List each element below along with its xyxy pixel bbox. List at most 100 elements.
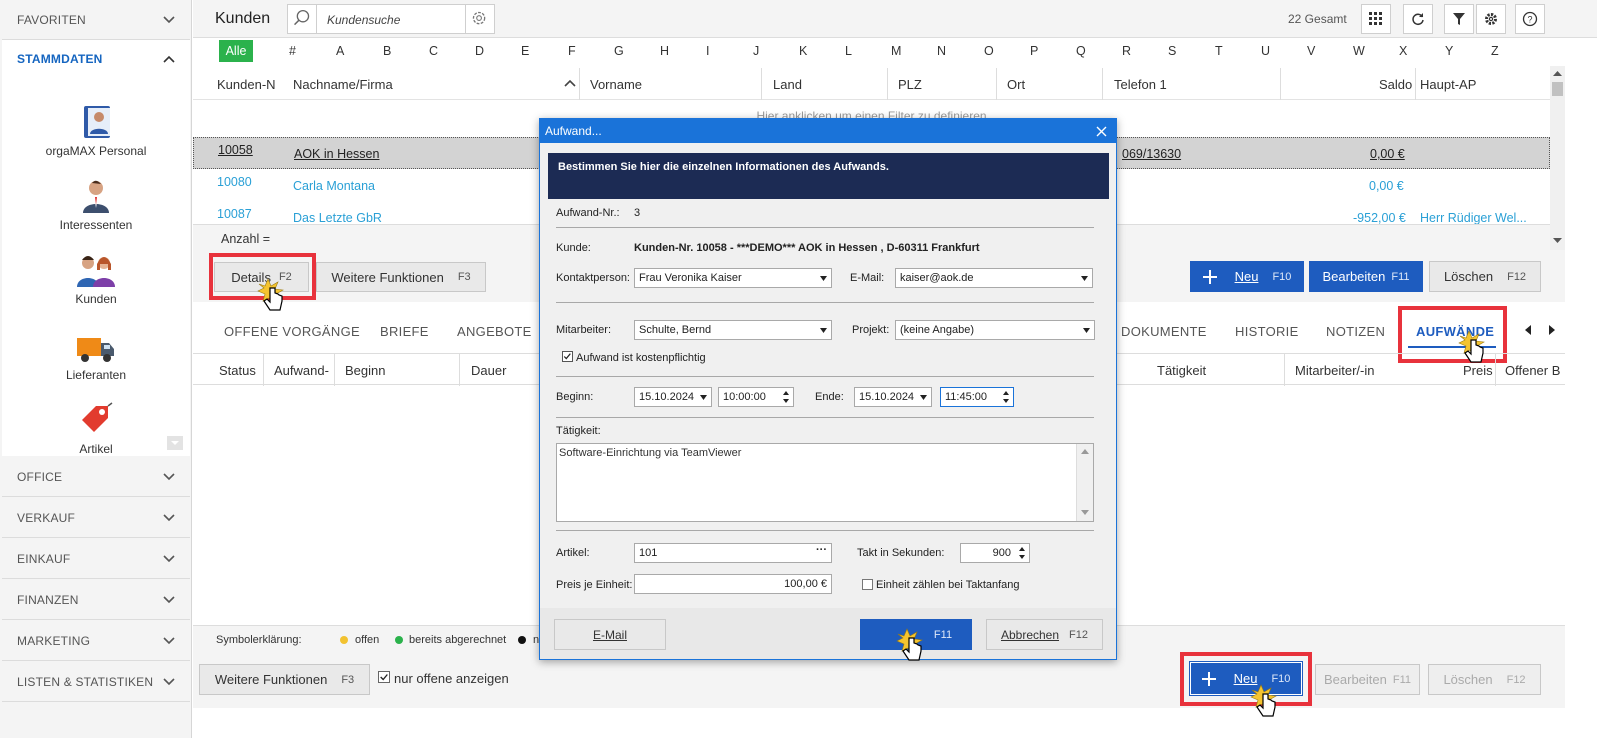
- alphabet-letter[interactable]: T: [1215, 44, 1223, 58]
- kontaktperson-select[interactable]: Frau Veronika Kaiser: [634, 268, 832, 288]
- sidebar-item-artikel[interactable]: Artikel: [2, 402, 190, 456]
- sidebar-section-verkauf[interactable]: VERKAUF: [2, 498, 190, 538]
- alphabet-letter[interactable]: M: [891, 44, 901, 58]
- neu-button[interactable]: Neu F10: [1190, 261, 1304, 292]
- sidebar-section-favoriten[interactable]: FAVORITEN: [2, 0, 190, 40]
- sidebar-item-interessenten[interactable]: Interessenten: [2, 178, 190, 232]
- search-input[interactable]: Kundensuche: [316, 4, 466, 34]
- col-plz[interactable]: PLZ: [898, 77, 922, 92]
- textarea-scrollbar[interactable]: [1076, 444, 1093, 521]
- kostenpflichtig-checkbox[interactable]: [562, 351, 573, 362]
- scroll-up-icon[interactable]: [1081, 449, 1089, 454]
- preis-field[interactable]: 100,00 €: [634, 574, 832, 594]
- refresh-button[interactable]: [1403, 4, 1433, 34]
- settings-button[interactable]: [1476, 4, 1506, 34]
- tab-dokumente[interactable]: DOKUMENTE: [1121, 324, 1207, 339]
- col-ort[interactable]: Ort: [1007, 77, 1025, 92]
- dialog-email-button[interactable]: E-Mail: [554, 619, 666, 650]
- bearbeiten-button[interactable]: Bearbeiten F11: [1309, 261, 1423, 292]
- col-nachname[interactable]: Nachname/Firma: [293, 77, 393, 92]
- artikel-field[interactable]: 101 ···: [634, 543, 832, 563]
- tab-prev-icon[interactable]: [1524, 325, 1532, 335]
- alphabet-letter[interactable]: H: [660, 44, 669, 58]
- grid-view-button[interactable]: [1361, 4, 1391, 34]
- mitarbeiter-select[interactable]: Schulte, Bernd: [634, 320, 832, 340]
- alphabet-letter[interactable]: D: [475, 44, 484, 58]
- alphabet-letter[interactable]: R: [1122, 44, 1131, 58]
- email-select[interactable]: kaiser@aok.de: [895, 268, 1093, 288]
- taetigkeit-textarea[interactable]: Software-Einrichtung via TeamViewer: [556, 443, 1094, 522]
- col-kunden-nr[interactable]: Kunden-N: [217, 77, 276, 92]
- col-land[interactable]: Land: [773, 77, 802, 92]
- tab-offene-vorgaenge[interactable]: OFFENE VORGÄNGE: [224, 324, 360, 339]
- alphabet-letter[interactable]: Y: [1445, 44, 1453, 58]
- scroll-down-icon[interactable]: [1553, 238, 1562, 244]
- loeschen-button[interactable]: Löschen F12: [1429, 261, 1541, 292]
- ende-time[interactable]: 11:45:00: [940, 387, 1014, 407]
- alphabet-letter[interactable]: U: [1261, 44, 1270, 58]
- weitere-funktionen-button[interactable]: Weitere Funktionen F3: [316, 262, 486, 292]
- alphabet-letter[interactable]: A: [336, 44, 344, 58]
- sidebar-section-stammdaten[interactable]: STAMMDATEN: [2, 40, 190, 78]
- bottom-loeschen-button[interactable]: Löschen F12: [1428, 664, 1541, 695]
- alphabet-letter[interactable]: J: [753, 44, 759, 58]
- help-button[interactable]: ?: [1515, 4, 1545, 34]
- alphabet-letter[interactable]: S: [1168, 44, 1176, 58]
- col-dauer[interactable]: Dauer: [471, 363, 506, 378]
- einheit-checkbox[interactable]: [862, 579, 873, 590]
- col-vorname[interactable]: Vorname: [590, 77, 642, 92]
- beginn-date[interactable]: 15.10.2024: [634, 387, 712, 407]
- col-taetigkeit[interactable]: Tätigkeit: [1157, 363, 1206, 378]
- grid-scrollbar[interactable]: [1550, 66, 1565, 250]
- projekt-select[interactable]: (keine Angabe): [895, 320, 1095, 340]
- col-haupt-ap[interactable]: Haupt-AP: [1420, 77, 1476, 92]
- alphabet-letter[interactable]: Z: [1491, 44, 1499, 58]
- alphabet-letter[interactable]: V: [1307, 44, 1315, 58]
- scroll-down-icon[interactable]: [1081, 510, 1089, 515]
- scroll-up-icon[interactable]: [1553, 70, 1562, 76]
- alphabet-letter[interactable]: O: [984, 44, 994, 58]
- alphabet-letter[interactable]: K: [799, 44, 807, 58]
- close-icon[interactable]: [1096, 126, 1107, 137]
- alphabet-letter[interactable]: G: [614, 44, 624, 58]
- beginn-time[interactable]: 10:00:00: [718, 387, 794, 407]
- alphabet-letter[interactable]: W: [1353, 44, 1365, 58]
- alphabet-letter[interactable]: #: [289, 44, 296, 58]
- tab-next-icon[interactable]: [1548, 325, 1556, 335]
- alphabet-letter[interactable]: F: [568, 44, 576, 58]
- offene-checkbox[interactable]: [378, 671, 390, 683]
- takt-stepper[interactable]: 900: [960, 543, 1030, 563]
- col-aufwand[interactable]: Aufwand-: [274, 363, 329, 378]
- ende-date[interactable]: 15.10.2024: [854, 387, 932, 407]
- sidebar-section-marketing[interactable]: MARKETING: [2, 621, 190, 661]
- alphabet-letter[interactable]: L: [845, 44, 852, 58]
- alphabet-letter[interactable]: Q: [1076, 44, 1086, 58]
- sidebar-item-kunden[interactable]: Kunden: [2, 252, 190, 306]
- col-saldo[interactable]: Saldo: [1379, 77, 1412, 92]
- col-telefon[interactable]: Telefon 1: [1114, 77, 1167, 92]
- alphabet-letter[interactable]: C: [429, 44, 438, 58]
- tab-briefe[interactable]: BRIEFE: [380, 324, 429, 339]
- sidebar-section-finanzen[interactable]: FINANZEN: [2, 580, 190, 620]
- sidebar-item-personal[interactable]: orgaMAX Personal: [2, 104, 190, 158]
- alphabet-letter[interactable]: P: [1030, 44, 1038, 58]
- bottom-weitere-funktionen-button[interactable]: Weitere Funktionen F3: [199, 664, 370, 695]
- alphabet-letter[interactable]: X: [1399, 44, 1407, 58]
- tab-notizen[interactable]: NOTIZEN: [1326, 324, 1385, 339]
- search-button[interactable]: [287, 4, 317, 34]
- alphabet-letter[interactable]: N: [937, 44, 946, 58]
- search-settings-button[interactable]: [465, 4, 495, 34]
- sidebar-item-lieferanten[interactable]: Lieferanten: [2, 332, 190, 382]
- sidebar-section-einkauf[interactable]: EINKAUF: [2, 539, 190, 579]
- alphabet-letter[interactable]: B: [383, 44, 391, 58]
- sidebar-section-listen[interactable]: LISTEN & STATISTIKEN: [2, 662, 190, 702]
- scroll-down-icon[interactable]: [167, 436, 183, 450]
- col-beginn[interactable]: Beginn: [345, 363, 385, 378]
- alphabet-letter[interactable]: I: [706, 44, 709, 58]
- alphabet-letter[interactable]: E: [521, 44, 529, 58]
- sidebar-section-office[interactable]: OFFICE: [2, 457, 190, 497]
- tab-historie[interactable]: HISTORIE: [1235, 324, 1299, 339]
- tab-angebote[interactable]: ANGEBOTE: [457, 324, 532, 339]
- col-mitarbeiter[interactable]: Mitarbeiter/-in: [1295, 363, 1374, 378]
- alphabet-all[interactable]: Alle: [219, 40, 253, 62]
